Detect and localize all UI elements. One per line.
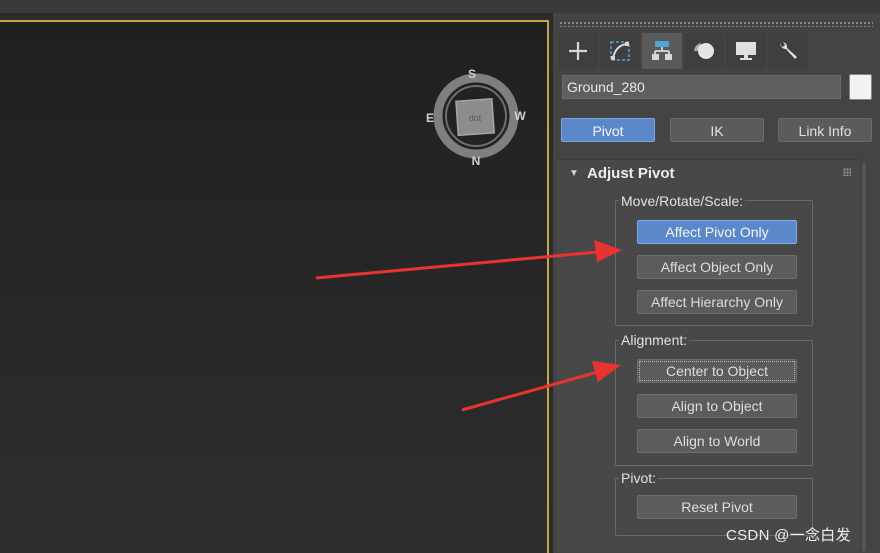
panel-scrollbar[interactable] xyxy=(862,163,866,551)
viewcube-west-label: W xyxy=(514,109,526,123)
hierarchy-icon xyxy=(652,41,672,60)
display-monitor-icon xyxy=(736,42,756,60)
rollout-title[interactable]: Adjust Pivot xyxy=(587,165,675,182)
viewcube-south-label: S xyxy=(468,67,476,81)
affect-object-only-button[interactable]: Affect Object Only xyxy=(637,255,797,279)
pivot-subtab-button[interactable]: Pivot xyxy=(561,118,655,142)
tab-utilities[interactable] xyxy=(768,33,808,69)
title-strip xyxy=(0,0,880,13)
command-panel: Ground_280 Pivot IK Link Info ▼ Adjust P… xyxy=(553,13,880,553)
wrench-icon xyxy=(780,42,797,59)
align-to-object-button[interactable]: Align to Object xyxy=(637,394,797,418)
panel-grip-handle[interactable] xyxy=(559,21,873,27)
viewcube[interactable]: dot S N E W xyxy=(424,64,528,168)
motion-icon xyxy=(694,43,714,59)
link-info-subtab-button[interactable]: Link Info xyxy=(778,118,872,142)
plus-icon xyxy=(569,42,587,60)
modify-curve-icon xyxy=(610,41,630,61)
object-name-field[interactable]: Ground_280 xyxy=(562,75,841,99)
viewcube-face-label: dot xyxy=(469,113,482,123)
tab-modify[interactable] xyxy=(600,33,640,69)
move-rotate-scale-label: Move/Rotate/Scale: xyxy=(619,193,746,209)
command-panel-tabs xyxy=(558,33,880,69)
object-color-swatch[interactable] xyxy=(849,74,872,100)
center-to-object-button[interactable]: Center to Object xyxy=(637,359,797,383)
rollout-grip-icon[interactable] xyxy=(843,168,851,176)
tab-display[interactable] xyxy=(726,33,766,69)
ik-subtab-button[interactable]: IK xyxy=(670,118,764,142)
affect-hierarchy-only-button[interactable]: Affect Hierarchy Only xyxy=(637,290,797,314)
adjust-pivot-rollout: ▼ Adjust Pivot Move/Rotate/Scale: Affect… xyxy=(557,159,859,551)
rollout-collapse-arrow-icon[interactable]: ▼ xyxy=(569,168,579,179)
reset-pivot-button[interactable]: Reset Pivot xyxy=(637,495,797,519)
watermark: CSDN @一念白发 xyxy=(726,527,851,544)
viewport[interactable]: dot S N E W xyxy=(0,20,549,553)
tab-motion[interactable] xyxy=(684,33,724,69)
tab-create[interactable] xyxy=(558,33,598,69)
tab-hierarchy[interactable] xyxy=(642,33,682,69)
align-to-world-button[interactable]: Align to World xyxy=(637,429,797,453)
viewcube-north-label: N xyxy=(472,154,481,168)
alignment-label: Alignment: xyxy=(619,332,690,348)
pivot-label: Pivot: xyxy=(619,470,659,486)
affect-pivot-only-button[interactable]: Affect Pivot Only xyxy=(637,220,797,244)
viewcube-east-label: E xyxy=(426,111,434,125)
